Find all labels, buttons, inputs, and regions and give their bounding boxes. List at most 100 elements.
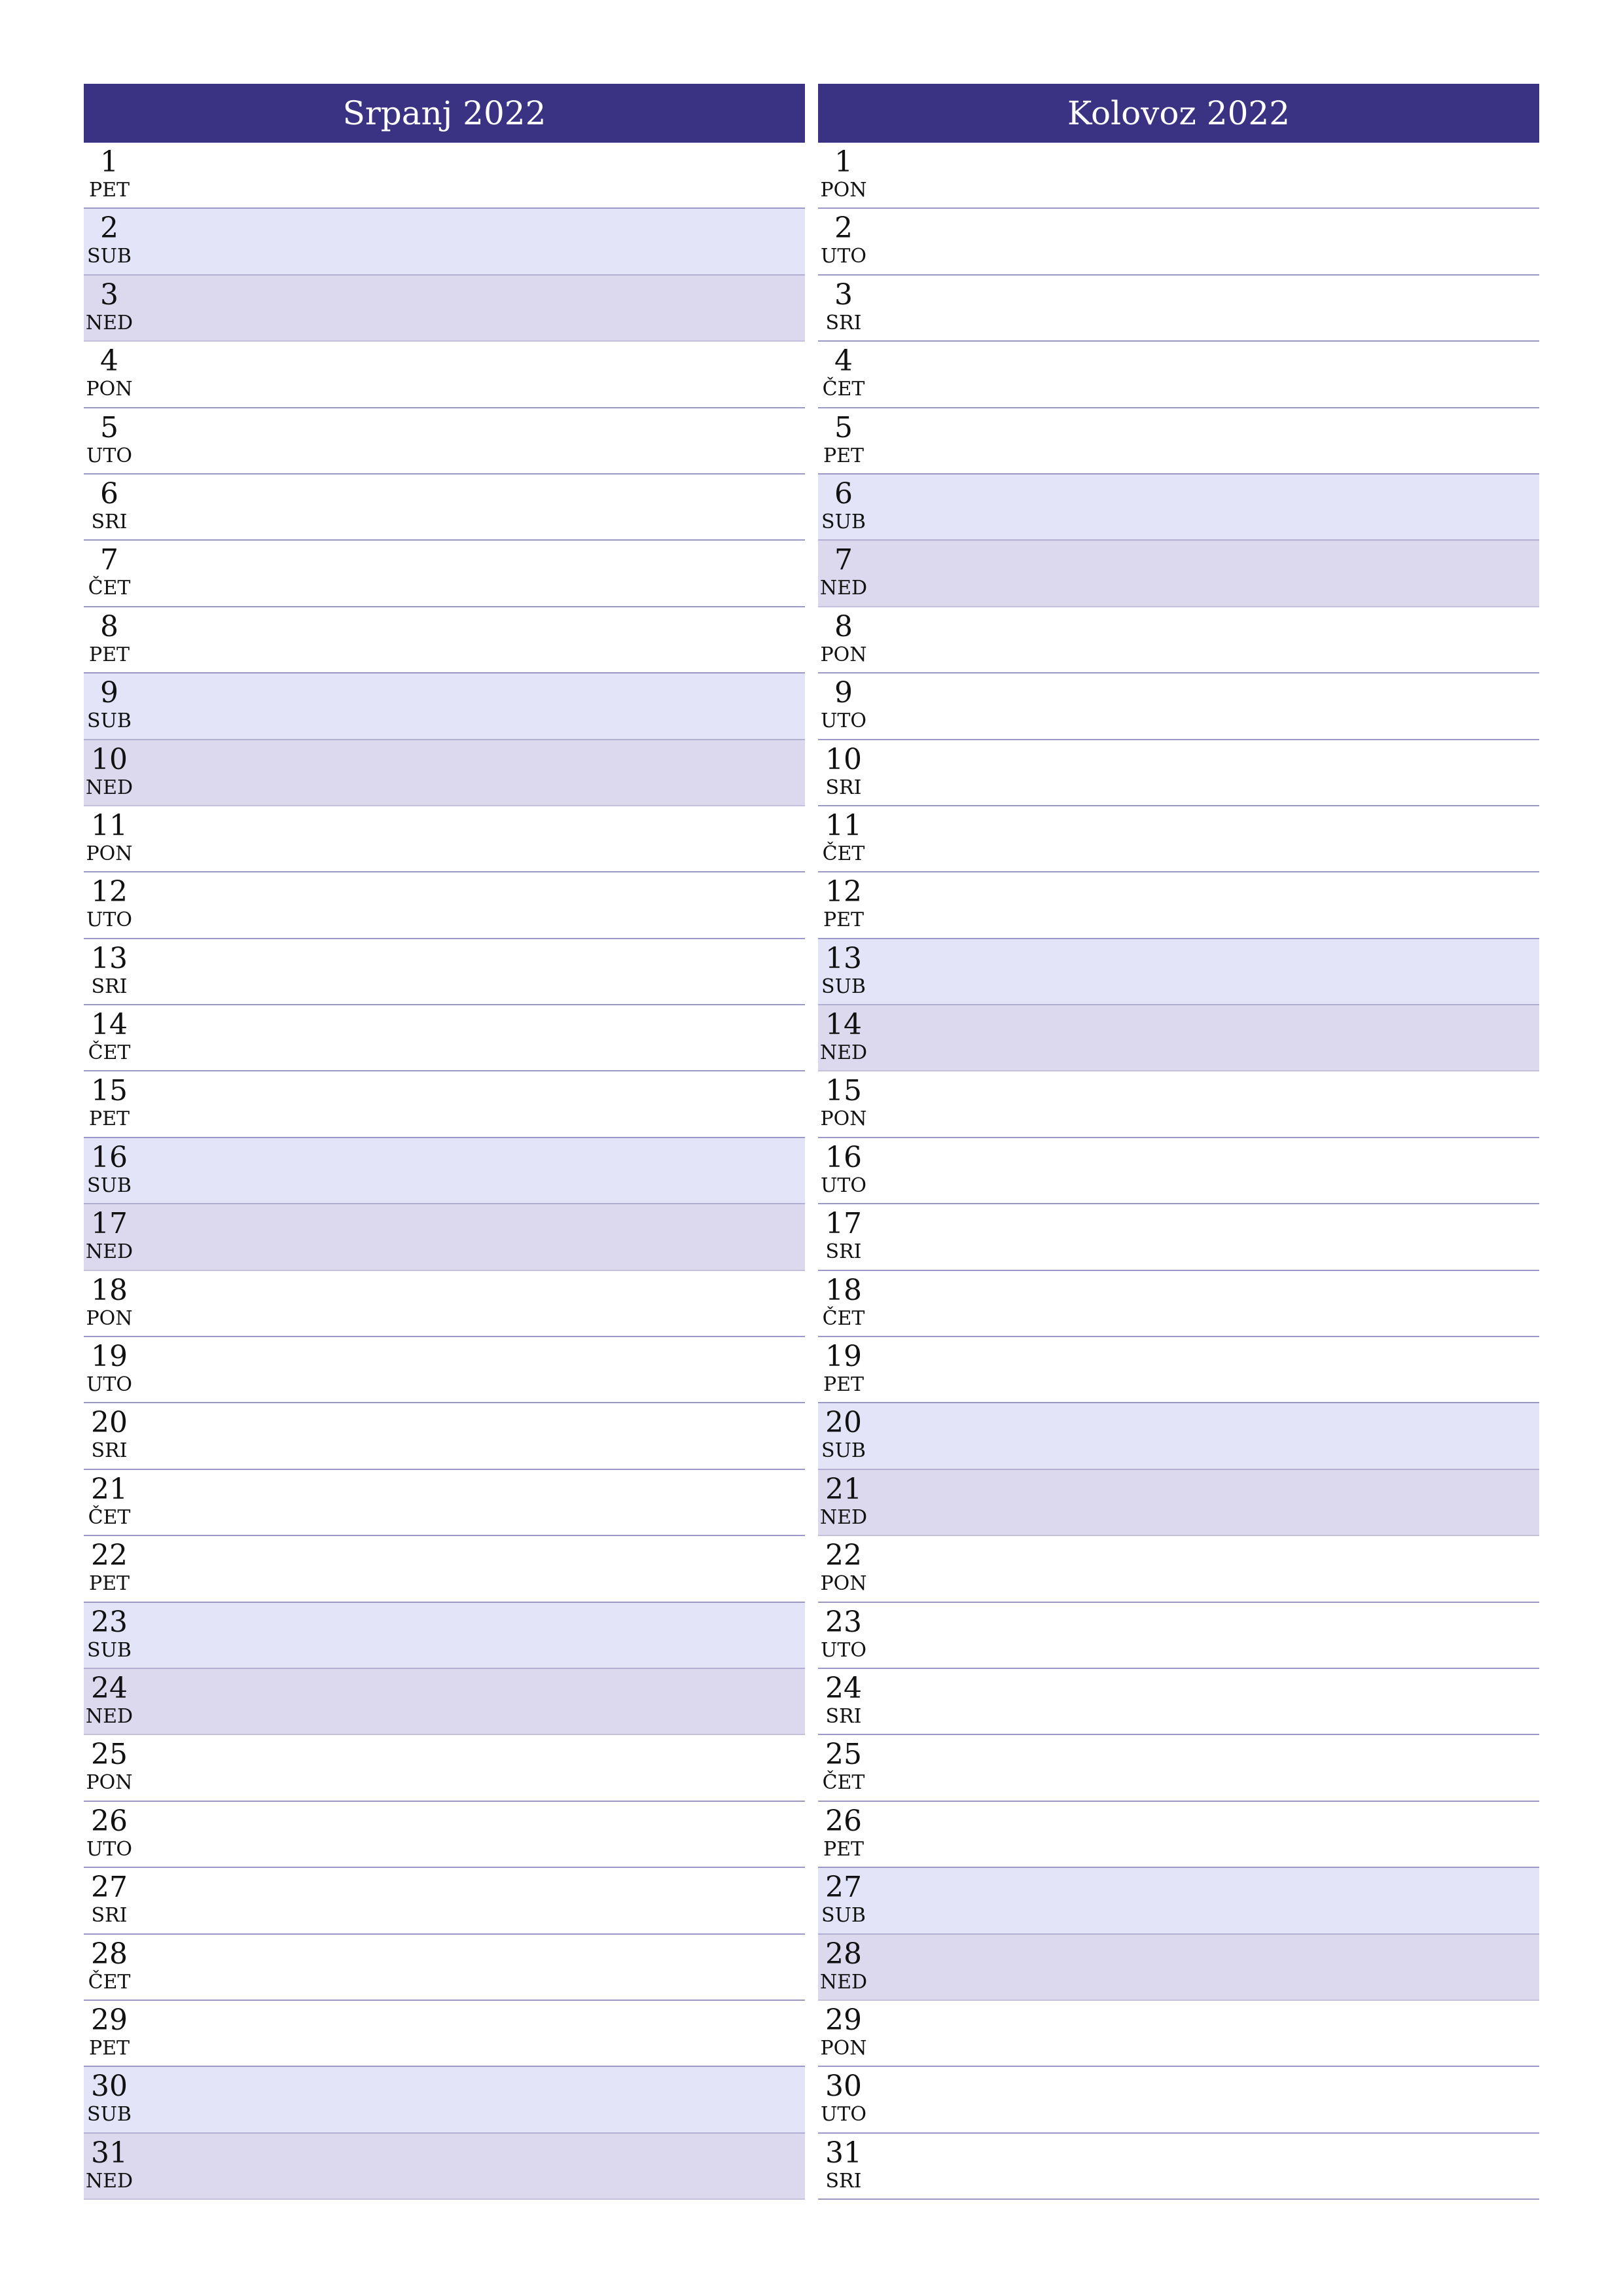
day-row[interactable]: 20 SRI <box>84 1403 805 1470</box>
day-notes-area[interactable] <box>877 872 1539 937</box>
day-notes-area[interactable] <box>877 1005 1539 1070</box>
day-row[interactable]: 19 PET <box>818 1337 1539 1404</box>
day-row[interactable]: 23 SUB <box>84 1602 805 1669</box>
day-notes-area[interactable] <box>877 740 1539 805</box>
day-row[interactable]: 8 PET <box>84 607 805 674</box>
day-notes-area[interactable] <box>143 2001 805 2066</box>
day-notes-area[interactable] <box>877 1603 1539 1668</box>
day-row[interactable]: 17 SRI <box>818 1204 1539 1271</box>
day-row[interactable]: 7 ČET <box>84 541 805 607</box>
day-row[interactable]: 26 UTO <box>84 1802 805 1869</box>
day-row[interactable]: 13 SUB <box>818 939 1539 1006</box>
day-notes-area[interactable] <box>877 2067 1539 2132</box>
day-notes-area[interactable] <box>143 1536 805 1601</box>
day-notes-area[interactable] <box>877 2001 1539 2066</box>
day-row[interactable]: 10 NED <box>84 740 805 806</box>
day-notes-area[interactable] <box>143 475 805 539</box>
day-row[interactable]: 9 UTO <box>818 673 1539 740</box>
day-notes-area[interactable] <box>143 872 805 937</box>
day-notes-area[interactable] <box>143 1935 805 2000</box>
day-notes-area[interactable] <box>877 209 1539 274</box>
day-notes-area[interactable] <box>143 408 805 473</box>
day-row[interactable]: 3 SRI <box>818 276 1539 342</box>
day-notes-area[interactable] <box>877 1935 1539 2000</box>
day-notes-area[interactable] <box>143 1071 805 1136</box>
day-notes-area[interactable] <box>143 2067 805 2132</box>
day-row[interactable]: 19 UTO <box>84 1337 805 1404</box>
day-row[interactable]: 24 NED <box>84 1668 805 1736</box>
day-row[interactable]: 20 SUB <box>818 1403 1539 1470</box>
day-notes-area[interactable] <box>877 1337 1539 1402</box>
day-row[interactable]: 5 PET <box>818 408 1539 475</box>
day-row[interactable]: 4 ČET <box>818 342 1539 408</box>
day-row[interactable]: 16 UTO <box>818 1138 1539 1205</box>
day-row[interactable]: 18 PON <box>84 1271 805 1338</box>
day-notes-area[interactable] <box>877 541 1539 605</box>
day-notes-area[interactable] <box>877 408 1539 473</box>
day-row[interactable]: 9 SUB <box>84 673 805 740</box>
day-notes-area[interactable] <box>143 1669 805 1734</box>
day-notes-area[interactable] <box>143 276 805 340</box>
day-row[interactable]: 18 ČET <box>818 1271 1539 1338</box>
day-row[interactable]: 29 PET <box>84 2001 805 2068</box>
day-notes-area[interactable] <box>877 1470 1539 1535</box>
day-row[interactable]: 28 NED <box>818 1934 1539 2001</box>
day-notes-area[interactable] <box>143 806 805 871</box>
day-row[interactable]: 1 PON <box>818 143 1539 209</box>
day-notes-area[interactable] <box>143 740 805 805</box>
day-row[interactable]: 30 UTO <box>818 2067 1539 2134</box>
day-row[interactable]: 17 NED <box>84 1204 805 1271</box>
day-row[interactable]: 27 SRI <box>84 1868 805 1935</box>
day-row[interactable]: 15 PON <box>818 1071 1539 1138</box>
day-notes-area[interactable] <box>143 607 805 672</box>
day-row[interactable]: 3 NED <box>84 275 805 342</box>
day-notes-area[interactable] <box>877 673 1539 738</box>
day-notes-area[interactable] <box>877 1071 1539 1136</box>
day-row[interactable]: 22 PON <box>818 1536 1539 1603</box>
day-notes-area[interactable] <box>143 1271 805 1336</box>
day-row[interactable]: 31 SRI <box>818 2134 1539 2200</box>
day-notes-area[interactable] <box>877 607 1539 672</box>
day-row[interactable]: 14 NED <box>818 1005 1539 1072</box>
day-notes-area[interactable] <box>143 1802 805 1867</box>
day-row[interactable]: 21 ČET <box>84 1470 805 1537</box>
day-notes-area[interactable] <box>143 2134 805 2198</box>
day-row[interactable]: 31 NED <box>84 2133 805 2200</box>
day-row[interactable]: 15 PET <box>84 1071 805 1138</box>
day-notes-area[interactable] <box>143 1005 805 1070</box>
day-notes-area[interactable] <box>143 1868 805 1933</box>
day-row[interactable]: 6 SUB <box>818 474 1539 541</box>
day-notes-area[interactable] <box>143 209 805 274</box>
day-notes-area[interactable] <box>143 1470 805 1535</box>
day-notes-area[interactable] <box>143 143 805 207</box>
day-notes-area[interactable] <box>143 673 805 738</box>
day-notes-area[interactable] <box>877 1735 1539 1800</box>
day-notes-area[interactable] <box>877 1669 1539 1734</box>
day-row[interactable]: 16 SUB <box>84 1138 805 1205</box>
day-notes-area[interactable] <box>877 1403 1539 1468</box>
day-row[interactable]: 21 NED <box>818 1469 1539 1537</box>
day-notes-area[interactable] <box>877 806 1539 871</box>
day-notes-area[interactable] <box>877 939 1539 1004</box>
day-row[interactable]: 6 SRI <box>84 475 805 541</box>
day-row[interactable]: 13 SRI <box>84 939 805 1006</box>
day-row[interactable]: 4 PON <box>84 342 805 408</box>
day-row[interactable]: 2 UTO <box>818 209 1539 276</box>
day-row[interactable]: 28 ČET <box>84 1935 805 2001</box>
day-row[interactable]: 7 NED <box>818 541 1539 607</box>
day-notes-area[interactable] <box>877 475 1539 539</box>
day-notes-area[interactable] <box>143 1138 805 1203</box>
day-row[interactable]: 26 PET <box>818 1802 1539 1869</box>
day-row[interactable]: 27 SUB <box>818 1868 1539 1935</box>
day-row[interactable]: 5 UTO <box>84 408 805 475</box>
day-notes-area[interactable] <box>877 1868 1539 1933</box>
day-notes-area[interactable] <box>877 1204 1539 1269</box>
day-row[interactable]: 12 PET <box>818 872 1539 939</box>
day-row[interactable]: 8 PON <box>818 607 1539 674</box>
day-row[interactable]: 30 SUB <box>84 2067 805 2134</box>
day-row[interactable]: 14 ČET <box>84 1005 805 1072</box>
day-notes-area[interactable] <box>143 1337 805 1402</box>
day-notes-area[interactable] <box>143 1603 805 1668</box>
day-notes-area[interactable] <box>877 143 1539 207</box>
day-row[interactable]: 11 ČET <box>818 806 1539 873</box>
